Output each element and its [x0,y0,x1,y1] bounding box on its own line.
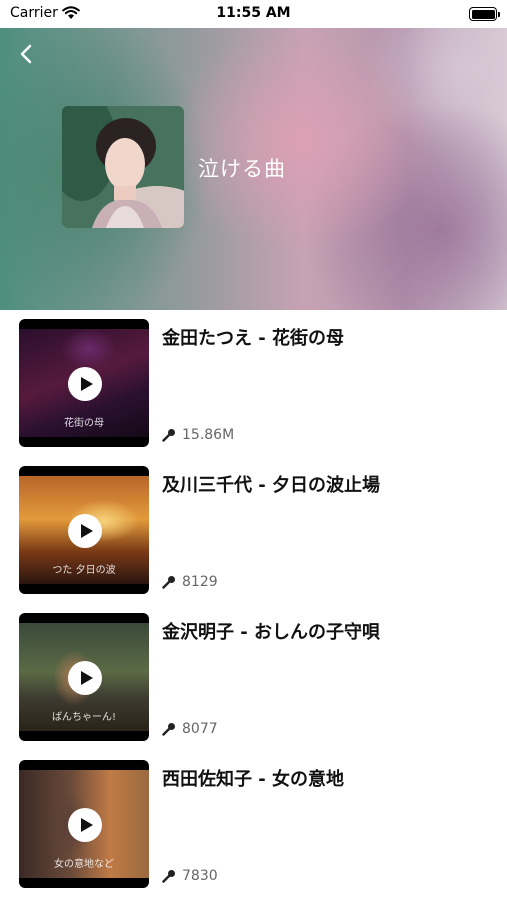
play-count-label: 7830 [182,868,218,884]
song-thumbnail[interactable]: つた 夕日の波 [19,466,149,594]
clock: 11:55 AM [216,5,291,21]
play-icon [80,377,93,391]
song-title: 西田佐知子 - 女の意地 [162,769,345,790]
song-row[interactable]: つた 夕日の波 及川三千代 - 夕日の波止場 8129 [0,457,507,597]
song-title: 及川三千代 - 夕日の波止場 [162,475,381,496]
play-count-label: 8077 [182,721,218,737]
thumbnail-caption: つた 夕日の波 [52,565,116,576]
song-play-count: 7830 [162,868,218,884]
song-row[interactable]: 女の意地など 西田佐知子 - 女の意地 7830 [0,751,507,891]
thumbnail-caption: 花街の母 [64,418,104,429]
thumbnail-caption: ばんちゃーん! [51,712,116,723]
song-thumbnail[interactable]: ばんちゃーん! [19,613,149,741]
thumbnail-caption: 女の意地など [54,859,114,870]
song-play-count: 8077 [162,721,218,737]
playlist-header: 泣ける曲 [0,0,507,310]
play-icon [80,524,93,538]
play-count-label: 15.86M [182,427,235,443]
song-thumbnail[interactable]: 花街の母 [19,319,149,447]
playlist-cover-image [62,106,184,228]
play-button[interactable] [68,367,102,401]
song-row[interactable]: ばんちゃーん! 金沢明子 - おしんの子守唄 8077 [0,604,507,744]
song-title: 金田たつえ - 花街の母 [162,328,345,349]
back-button[interactable] [12,40,40,68]
play-icon [80,671,93,685]
song-play-count: 8129 [162,574,218,590]
microphone-icon [162,576,175,589]
chevron-left-icon [20,44,32,64]
playlist-title: 泣ける曲 [198,157,286,181]
microphone-icon [162,870,175,883]
battery-icon [469,7,500,21]
song-title: 金沢明子 - おしんの子守唄 [162,622,381,643]
play-button[interactable] [68,661,102,695]
status-bar: Carrier 11:55 AM [0,0,507,28]
play-button[interactable] [68,808,102,842]
cover-portrait [62,106,184,228]
battery-level [471,9,495,19]
song-play-count: 15.86M [162,427,234,443]
play-icon [80,818,93,832]
play-button[interactable] [68,514,102,548]
song-row[interactable]: 花街の母 金田たつえ - 花街の母 15.86M [0,310,507,450]
song-thumbnail[interactable]: 女の意地など [19,760,149,888]
play-count-label: 8129 [182,574,218,590]
microphone-icon [162,723,175,736]
playlist-screen: 泣ける曲 Carrier 11:55 AM 花街の母 金田たつえ - 花街の母 [0,0,507,900]
microphone-icon [162,429,175,442]
